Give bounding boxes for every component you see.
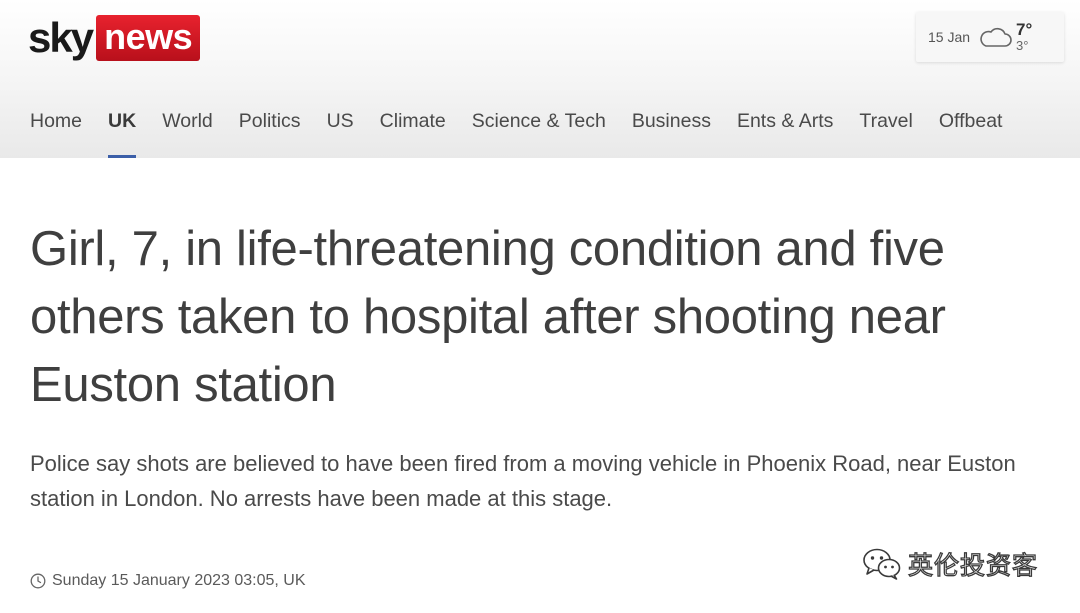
nav-item-uk[interactable]: UK — [108, 110, 137, 158]
logo-sky-text: sky — [28, 14, 94, 61]
wechat-icon — [862, 547, 902, 581]
article-timestamp: Sunday 15 January 2023 03:05, UK — [30, 572, 306, 590]
nav-item-business[interactable]: Business — [632, 110, 711, 158]
sky-news-logo[interactable]: sky news — [28, 14, 201, 62]
temp-high: 7° — [1016, 20, 1033, 39]
weather-temperatures: 7° 3° — [1016, 21, 1032, 53]
nav-item-politics[interactable]: Politics — [239, 110, 301, 158]
nav-item-travel[interactable]: Travel — [859, 110, 912, 158]
main-nav: Home UK World Politics US Climate Scienc… — [30, 110, 1028, 158]
nav-item-ents-arts[interactable]: Ents & Arts — [737, 110, 833, 158]
logo-news-text: news — [96, 15, 201, 61]
nav-item-offbeat[interactable]: Offbeat — [939, 110, 1003, 158]
nav-item-science-tech[interactable]: Science & Tech — [472, 110, 606, 158]
article-standfirst: Police say shots are believed to have be… — [30, 451, 1016, 511]
nav-item-home[interactable]: Home — [30, 110, 82, 158]
clock-icon — [30, 573, 46, 589]
nav-item-us[interactable]: US — [327, 110, 354, 158]
weather-date: 15 Jan — [928, 29, 971, 45]
watermark: 英伦投资客 — [862, 546, 1038, 582]
article-headline: Girl, 7, in life-threatening condition a… — [30, 222, 946, 412]
nav-item-climate[interactable]: Climate — [380, 110, 446, 158]
watermark-text: 英伦投资客 — [907, 550, 1039, 580]
cloud-icon — [978, 26, 1012, 48]
weather-widget[interactable]: 15 Jan 7° 3° — [916, 12, 1064, 62]
timestamp-text: Sunday 15 January 2023 03:05, UK — [52, 572, 306, 589]
nav-item-world[interactable]: World — [162, 110, 213, 158]
temp-low: 3° — [1016, 38, 1029, 53]
site-header: sky news 15 Jan 7° 3° Home UK World Poli… — [0, 0, 1080, 158]
